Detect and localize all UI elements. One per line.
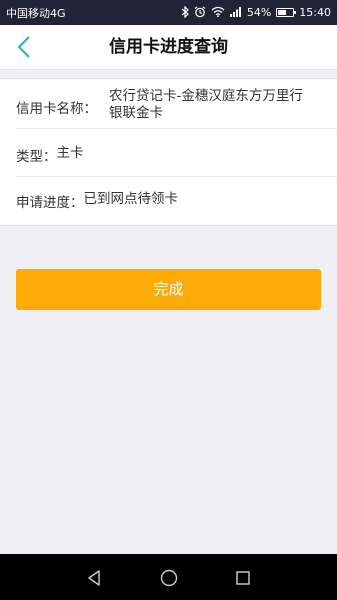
screen: 中国移动4G 54% 15:40 信用卡进度查询 信用卡名称： 农行贷记卡-金穗… — [0, 0, 337, 600]
battery-percent: 54% — [246, 6, 272, 19]
battery-level-fill — [278, 10, 287, 15]
page-title: 信用卡进度查询 — [109, 37, 228, 57]
card-name-value-line1: 农行贷记卡-金穗汉庭东方万里行 — [109, 88, 303, 104]
wifi-icon — [211, 6, 225, 19]
header-bar: 信用卡进度查询 — [0, 25, 337, 70]
progress-label: 申请进度： — [16, 195, 84, 211]
card-type-value: 主卡 — [56, 145, 84, 161]
card-type-label: 类型： — [16, 149, 57, 165]
home-circle-icon[interactable] — [157, 566, 181, 590]
card-name-value: 农行贷记卡-金穗汉庭东方万里行 银联金卡 — [109, 88, 317, 122]
system-nav-bar — [0, 554, 337, 600]
card-info-panel: 信用卡名称： 农行贷记卡-金穗汉庭东方万里行 银联金卡 类型： 主卡 申请进度：… — [0, 78, 337, 226]
clock-time: 15:40 — [299, 6, 331, 19]
card-name-value-line2: 银联金卡 — [109, 105, 163, 121]
battery-icon — [276, 8, 297, 17]
back-triangle-icon[interactable] — [82, 566, 106, 590]
card-name-row: 信用卡名称： 农行贷记卡-金穗汉庭东方万里行 银联金卡 — [16, 79, 337, 129]
card-name-label: 信用卡名称： — [16, 101, 97, 117]
card-type-row: 类型： 主卡 — [16, 129, 337, 177]
signal-icon — [229, 6, 242, 19]
progress-value: 已到网点待领卡 — [83, 191, 179, 207]
bluetooth-icon — [181, 5, 189, 20]
done-button[interactable]: 完成 — [16, 269, 321, 310]
recents-square-icon[interactable] — [231, 566, 255, 590]
alarm-icon — [194, 6, 206, 20]
carrier-label: 中国移动4G — [6, 6, 66, 20]
application-progress-row: 申请进度： 已到网点待领卡 — [16, 177, 337, 225]
status-bar: 中国移动4G 54% 15:40 — [0, 0, 337, 25]
status-icons: 54% 15:40 — [181, 5, 331, 20]
